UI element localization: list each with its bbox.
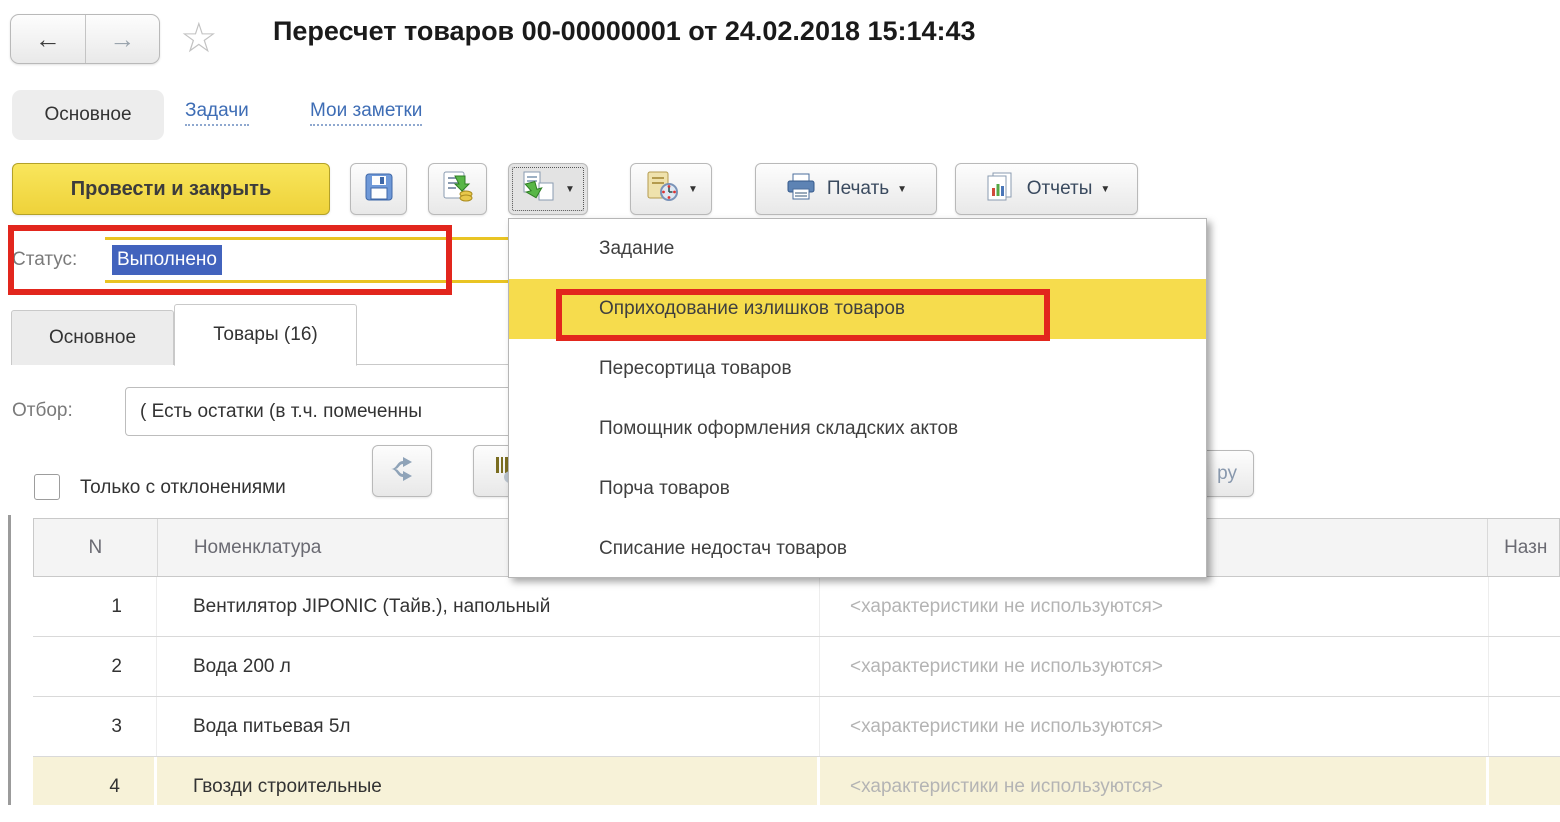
status-value-selected: Выполнено [112,245,222,275]
create-based-on-icon [521,170,557,209]
menu-item-regrading[interactable]: Пересортица товаров [509,339,1206,399]
menu-item-goods-spoilage[interactable]: Порча товаров [509,459,1206,519]
print-button-label: Печать [827,178,889,200]
print-button[interactable]: Печать ▼ [755,163,937,215]
forward-button[interactable]: → [86,15,160,63]
nav-tab-notes[interactable]: Мои заметки [310,100,422,126]
back-arrow-icon: ← [35,24,61,55]
cell-purpose [1489,577,1560,636]
create-based-on-menu: Задание Оприходование излишков товаров П… [508,218,1207,578]
printer-icon [785,172,817,207]
caret-down-icon: ▼ [565,184,575,195]
cell-nomenclature: Гвозди строительные [157,757,820,805]
menu-item-surplus-receipt[interactable]: Оприходование излишков товаров [509,279,1206,339]
cell-row-number: 1 [33,577,157,636]
column-header-n[interactable]: N [34,519,158,576]
cell-row-number: 3 [33,697,157,756]
table-row[interactable]: 1 Вентилятор JIPONIC (Тайв.), напольный … [33,577,1560,637]
reports-button-label: Отчеты [1027,178,1093,200]
deviations-only-label: Только с отклонениями [80,477,286,499]
tab-goods[interactable]: Товары (16) [174,304,357,366]
nav-tab-tasks[interactable]: Задачи [185,100,249,126]
caret-down-icon: ▼ [688,184,698,195]
save-button[interactable] [350,163,407,215]
caret-down-icon: ▼ [897,184,907,195]
menu-item-warehouse-acts-assistant[interactable]: Помощник оформления складских актов [509,399,1206,459]
favorite-star-icon[interactable]: ☆ [180,14,218,62]
cell-nomenclature: Вентилятор JIPONIC (Тайв.), напольный [157,577,820,636]
cell-purpose [1489,697,1560,756]
table-row[interactable]: 3 Вода питьевая 5л <характеристики не ис… [33,697,1560,757]
status-label: Статус: [12,249,77,271]
table-row[interactable]: 2 Вода 200 л <характеристики не использу… [33,637,1560,697]
document-clock-icon [644,170,680,209]
cell-characteristic: <характеристики не используются> [820,577,1489,636]
tab-main[interactable]: Основное [11,310,174,365]
back-button[interactable]: ← [11,15,86,63]
cell-characteristic: <характеристики не используются> [820,637,1489,696]
cell-purpose [1489,637,1560,696]
cell-row-number: 4 [33,757,157,805]
reports-button[interactable]: Отчеты ▼ [955,163,1138,215]
branch-arrows-icon [387,454,417,489]
forward-arrow-icon: → [109,24,135,55]
caret-down-icon: ▼ [1100,184,1110,195]
history-nav-group: ← → [10,14,160,64]
cell-nomenclature: Вода питьевая 5л [157,697,820,756]
filter-label: Отбор: [12,400,73,422]
post-and-close-button[interactable]: Провести и закрыть [12,163,330,215]
schedule-document-button[interactable]: ▼ [630,163,712,215]
branch-button[interactable] [372,445,432,497]
save-floppy-icon [364,172,394,207]
left-border-line [8,515,11,805]
cell-nomenclature: Вода 200 л [157,637,820,696]
page-title: Пересчет товаров 00-00000001 от 24.02.20… [273,16,976,47]
cell-characteristic: <характеристики не используются> [820,757,1489,805]
report-chart-icon [983,171,1017,208]
cell-row-number: 2 [33,637,157,696]
app-window: ← → ☆ Пересчет товаров 00-00000001 от 24… [0,0,1560,822]
create-based-on-button[interactable]: ▼ [508,163,588,215]
table-row-highlighted[interactable]: 4 Гвозди строительные <характеристики не… [33,757,1560,805]
deviations-only-checkbox[interactable] [34,474,60,500]
nav-tab-main[interactable]: Основное [12,90,164,140]
column-header-purpose[interactable]: Назн [1488,519,1559,576]
cell-purpose [1489,757,1560,805]
menu-item-shortage-writeoff[interactable]: Списание недостач товаров [509,519,1206,579]
post-document-icon [441,170,475,209]
menu-item-task[interactable]: Задание [509,219,1206,279]
cell-characteristic: <характеристики не используются> [820,697,1489,756]
post-document-button[interactable] [428,163,487,215]
